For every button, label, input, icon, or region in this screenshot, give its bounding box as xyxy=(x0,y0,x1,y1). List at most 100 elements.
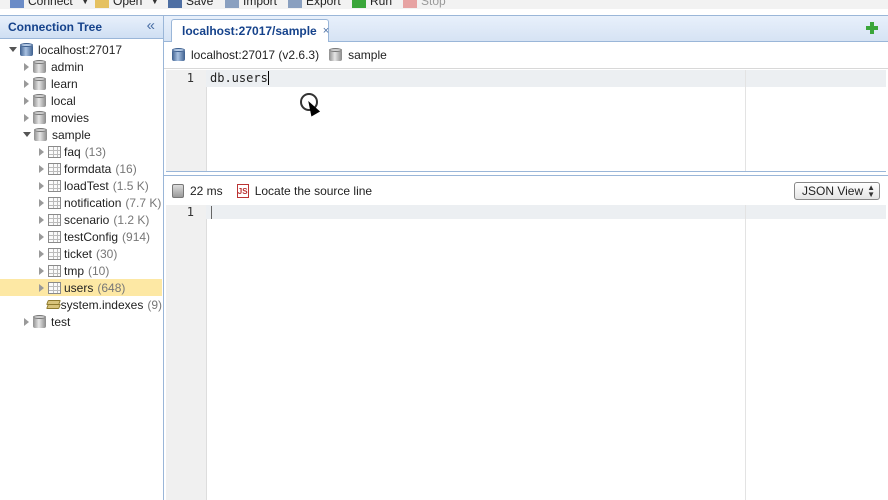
stop-button[interactable]: Stop xyxy=(403,0,446,9)
database-name: sample xyxy=(348,48,387,62)
collapsed-arrow-icon[interactable] xyxy=(39,215,44,224)
tree-node-system-indexes[interactable]: system.indexes (9) xyxy=(0,296,162,313)
server-info: localhost:27017 (v2.6.3) xyxy=(191,48,320,62)
export-button[interactable]: Export xyxy=(288,0,341,9)
open-button[interactable]: Open ▼ xyxy=(95,0,159,9)
collection-icon xyxy=(48,281,61,294)
stop-icon xyxy=(403,0,417,8)
import-label: Import xyxy=(243,0,278,8)
stop-label: Stop xyxy=(421,0,446,8)
collection-label: formdata xyxy=(64,161,112,176)
collection-icon xyxy=(48,247,61,260)
expanded-arrow-icon[interactable] xyxy=(23,132,31,137)
database-label: admin xyxy=(51,59,84,74)
collapsed-arrow-icon[interactable] xyxy=(39,147,44,156)
save-button[interactable]: Save xyxy=(168,0,213,9)
view-mode-select[interactable]: JSON View ▲ ▼ xyxy=(794,182,880,200)
collection-count: (10) xyxy=(88,263,110,278)
collection-count: (648) xyxy=(97,280,126,295)
tree-node-collection-selected[interactable]: users (648) xyxy=(0,279,162,296)
collapsed-arrow-icon[interactable] xyxy=(24,113,29,122)
collection-count: (1.2 K) xyxy=(113,212,150,227)
result-bar: 22 ms JS Locate the source line JSON Vie… xyxy=(164,175,888,205)
tree-node-collection[interactable]: ticket (30) xyxy=(0,245,162,262)
run-button[interactable]: Run xyxy=(352,0,392,9)
chevron-down-icon: ▼ xyxy=(150,0,160,6)
collapse-panel-icon[interactable]: « xyxy=(147,18,155,33)
tab-bar: localhost:27017/sample × xyxy=(164,15,888,42)
tree-node-collection[interactable]: notification (7.7 K) xyxy=(0,194,162,211)
collapsed-arrow-icon[interactable] xyxy=(24,317,29,326)
execution-time: 22 ms xyxy=(190,183,223,198)
collection-icon xyxy=(48,230,61,243)
tree-node-sample[interactable]: sample xyxy=(0,126,162,143)
database-icon xyxy=(33,93,46,108)
collapsed-arrow-icon[interactable] xyxy=(39,181,44,190)
run-icon xyxy=(352,0,366,8)
connection-tree-title: Connection Tree xyxy=(8,20,103,34)
tree-node-local[interactable]: local xyxy=(0,92,162,109)
tab-localhost-sample[interactable]: localhost:27017/sample × xyxy=(171,19,329,42)
collapsed-arrow-icon[interactable] xyxy=(39,164,44,173)
tree-node-collection[interactable]: formdata (16) xyxy=(0,160,162,177)
tree-node-test[interactable]: test xyxy=(0,313,162,330)
connect-button[interactable]: Connect ▼ xyxy=(10,0,90,9)
print-margin xyxy=(745,205,746,500)
database-label: learn xyxy=(51,76,78,91)
connection-tree-panel: Connection Tree « localhost:27017 admin … xyxy=(0,15,164,500)
line-number: 1 xyxy=(186,205,194,219)
collection-label: ticket xyxy=(64,246,93,261)
tree-node-collection[interactable]: tmp (10) xyxy=(0,262,162,279)
code-text: db.users xyxy=(210,71,268,85)
tree-node-collection[interactable]: scenario (1.2 K) xyxy=(0,211,162,228)
tree-node-collection[interactable]: faq (13) xyxy=(0,143,162,160)
tree-node-learn[interactable]: learn xyxy=(0,75,162,92)
collection-count: (16) xyxy=(115,161,137,176)
collection-label: users xyxy=(64,280,94,295)
query-editor[interactable]: 1 db.users xyxy=(166,70,886,172)
collapsed-arrow-icon[interactable] xyxy=(39,249,44,258)
collapsed-arrow-icon[interactable] xyxy=(39,232,44,241)
collection-count: (9) xyxy=(147,297,162,312)
result-gutter: 1 xyxy=(166,205,207,500)
database-label: movies xyxy=(51,110,90,125)
tree-node-server[interactable]: localhost:27017 xyxy=(0,41,162,58)
collection-icon xyxy=(48,145,61,158)
collapsed-arrow-icon[interactable] xyxy=(24,96,29,105)
line-number: 1 xyxy=(186,71,194,85)
result-editor[interactable]: 1 xyxy=(166,205,886,500)
collapsed-arrow-icon[interactable] xyxy=(24,62,29,71)
index-icon xyxy=(45,299,61,311)
tree-node-admin[interactable]: admin xyxy=(0,58,162,75)
collapsed-arrow-icon[interactable] xyxy=(39,266,44,275)
collection-label: faq xyxy=(64,144,81,159)
collection-count: (13) xyxy=(84,144,107,159)
collapsed-arrow-icon[interactable] xyxy=(24,79,29,88)
tree-node-collection[interactable]: loadTest (1.5 K) xyxy=(0,177,162,194)
select-arrows-icon: ▲ ▼ xyxy=(867,183,875,199)
collapsed-arrow-icon[interactable] xyxy=(39,198,44,207)
connection-tree-header: Connection Tree xyxy=(0,15,163,39)
tree-node-collection[interactable]: testConfig (914) xyxy=(0,228,162,245)
database-label: sample xyxy=(52,127,91,142)
connect-label: Connect xyxy=(28,0,73,8)
locate-source-link[interactable]: Locate the source line xyxy=(255,184,372,198)
import-button[interactable]: Import xyxy=(225,0,277,9)
add-tab-icon[interactable] xyxy=(866,22,878,34)
code-line[interactable]: db.users xyxy=(210,71,269,85)
text-caret xyxy=(267,71,269,85)
expanded-arrow-icon[interactable] xyxy=(9,47,17,52)
database-icon xyxy=(33,59,46,74)
collection-count: (914) xyxy=(122,229,151,244)
close-icon[interactable]: × xyxy=(323,25,329,37)
editor-gutter: 1 xyxy=(166,70,207,171)
tab-label: localhost:27017/sample xyxy=(182,24,317,38)
tree-node-movies[interactable]: movies xyxy=(0,109,162,126)
database-icon xyxy=(329,48,343,62)
active-line-highlight xyxy=(206,70,886,87)
collapsed-arrow-icon[interactable] xyxy=(39,283,44,292)
database-icon xyxy=(34,127,47,142)
collection-icon xyxy=(48,179,61,192)
timer-icon xyxy=(172,183,184,198)
database-icon xyxy=(33,314,46,329)
